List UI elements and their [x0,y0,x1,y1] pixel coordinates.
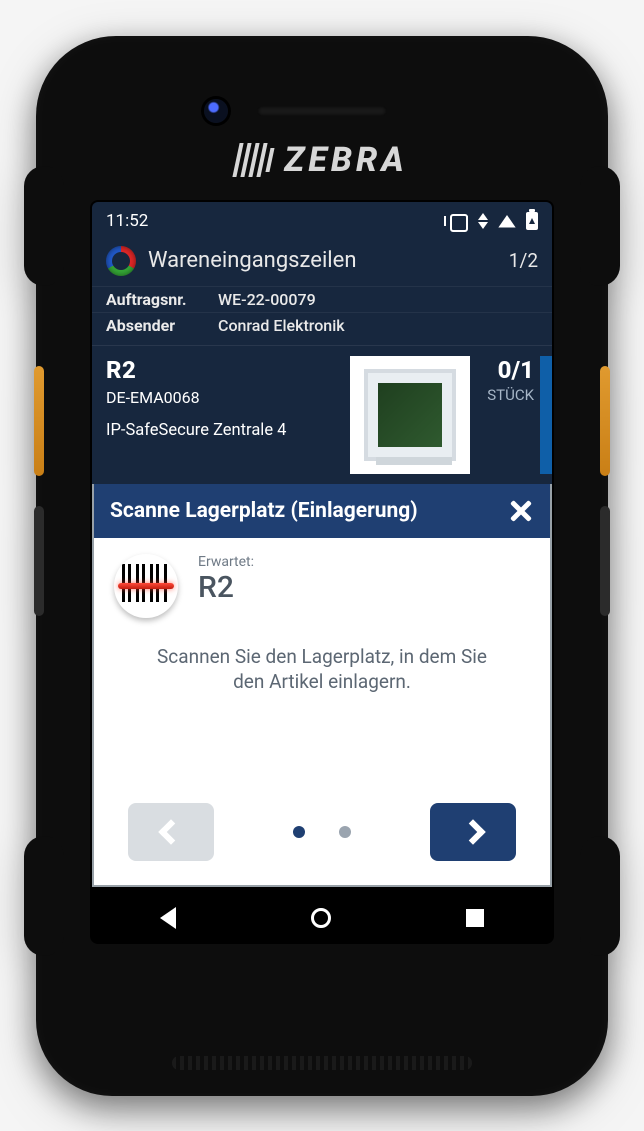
scan-panel-title: Scanne Lagerplatz (Einlagerung) [110,499,418,523]
data-sync-icon [478,213,488,229]
device-brand: ZEBRA [36,140,608,180]
earpiece [257,106,387,116]
android-nav-bar [92,894,552,942]
order-label: Auftragsnr. [106,290,218,309]
side-button-right-2[interactable] [600,506,610,616]
vibrate-icon [446,214,468,228]
side-button-left[interactable] [34,366,44,476]
android-home-button[interactable] [311,908,331,928]
scan-panel-header: Scanne Lagerplatz (Einlagerung) [94,484,550,538]
pager-dot-1[interactable] [293,826,305,838]
device-brand-text: ZEBRA [284,140,407,180]
line-sku: DE-EMA0068 [106,388,340,407]
page-counter: 1/2 [509,249,538,272]
prev-button[interactable] [128,803,214,861]
barcode-scan-icon [114,554,178,618]
selection-stripe [540,356,552,474]
wifi-icon [498,214,516,228]
android-recent-button[interactable] [466,909,484,927]
scan-panel: Scanne Lagerplatz (Einlagerung) Erwartet… [92,484,552,887]
chevron-right-icon [460,819,485,844]
line-item-name: IP-SafeSecure Zentrale 4 [106,421,340,440]
frame-bump [580,836,620,956]
side-button-right[interactable] [600,366,610,476]
panel-pager [114,785,530,877]
receipt-line-selected[interactable]: R2 DE-EMA0068 IP-SafeSecure Zentrale 4 0… [92,345,552,484]
app-title-bar: Wareneingangszeilen 1/2 [92,240,552,286]
chevron-left-icon [158,819,183,844]
line-bin: R2 [106,356,340,384]
status-time: 11:52 [106,211,148,231]
pager-dot-2[interactable] [339,826,351,838]
android-status-bar[interactable]: 11:52 [92,202,552,240]
meta-order-row: Auftragsnr. WE-22-00079 [92,286,552,312]
line-uom: STÜCK [470,386,534,404]
expected-value: R2 [198,570,254,605]
line-qty: 0/1 [470,356,534,384]
order-value: WE-22-00079 [218,290,538,309]
side-button-left-2[interactable] [34,506,44,616]
close-icon[interactable] [508,498,534,524]
sender-value: Conrad Elektronik [218,316,538,335]
expected-label: Erwartet: [198,554,254,570]
page-title: Wareneingangszeilen [148,248,497,273]
status-icons [446,212,538,230]
meta-sender-row: Absender Conrad Elektronik [92,312,552,345]
sender-label: Absender [106,316,218,335]
screen: 11:52 Wareneingangszeilen 1/2 Auftragsnr… [92,202,552,942]
android-back-button[interactable] [160,907,176,929]
battery-icon [526,212,538,230]
pager-dots [293,826,351,838]
next-button[interactable] [430,803,516,861]
speaker-grill [172,1056,472,1070]
line-thumbnail [350,356,470,474]
frame-bump [24,836,64,956]
front-camera [204,99,228,123]
scan-help-text: Scannen Sie den Lagerplatz, in dem Sie d… [120,644,524,695]
app-icon[interactable] [106,246,136,276]
device-frame: ZEBRA 11:52 Wareneingangszeilen 1/2 Auft… [36,36,608,1096]
zebra-logo-icon [236,143,270,177]
product-image-icon [364,369,456,461]
